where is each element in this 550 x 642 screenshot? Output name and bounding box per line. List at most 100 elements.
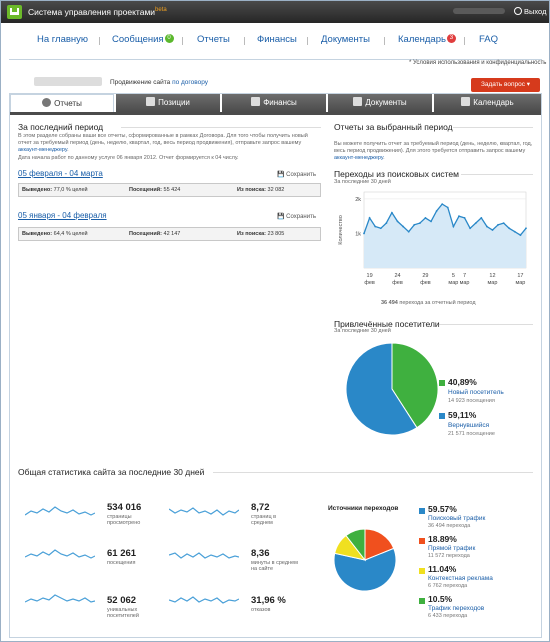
data-point — [502, 222, 505, 224]
transitions-heading: Переходы из поисковых систем — [334, 169, 459, 179]
site-select[interactable] — [34, 77, 102, 86]
data-point — [424, 217, 427, 219]
save-button[interactable]: 💾 Сохранить — [277, 213, 316, 220]
tab-finance[interactable]: Финансы — [222, 94, 326, 112]
sparkline — [25, 594, 95, 603]
source-pct: 10.5% — [428, 594, 453, 604]
top-bar: Система управления проектамиbeta Выход — [1, 1, 549, 23]
visitors-pie — [345, 342, 439, 436]
tab-bar: Отчеты Позиции Финансы Документы Календа… — [10, 94, 541, 113]
x-tick-label: 7 — [463, 273, 466, 279]
x-tick-label: 5 — [452, 273, 455, 279]
right-description: Вы можете получить отчет за требуемый пе… — [334, 141, 533, 161]
nav-faq[interactable]: FAQ — [479, 34, 498, 45]
sources-title: Источники переходов — [328, 505, 399, 512]
data-point — [463, 217, 466, 219]
divider — [213, 472, 533, 473]
data-point — [525, 227, 527, 230]
divider — [121, 127, 321, 128]
data-point — [413, 223, 416, 226]
sources-pie — [333, 528, 397, 592]
start-note: Дата начала работ по данному услуге 06 я… — [18, 155, 239, 161]
data-point — [374, 225, 377, 228]
x-tick-label: 19 — [367, 273, 373, 279]
stat-value: 8,36 — [251, 548, 270, 559]
transitions-chart: 2k1kКоличество19фев24фев29фев5мар7мар12м… — [338, 191, 527, 286]
tab-calendar[interactable]: Календарь — [434, 94, 541, 112]
tab-reports[interactable]: Отчеты — [10, 94, 114, 113]
nav-home[interactable]: На главную — [37, 34, 88, 45]
ask-question-button[interactable]: Задать вопрос ▾ — [471, 78, 540, 92]
contract-link[interactable]: по договору — [172, 79, 208, 86]
stat-label: посещения — [107, 560, 136, 566]
nav-messages[interactable]: Сообщения 0 — [112, 34, 174, 45]
stat-value: 52 062 — [107, 595, 137, 606]
stat-value: 8,72 — [251, 502, 270, 513]
terms-link[interactable]: * Условия использования и конфиденциальн… — [409, 60, 546, 66]
sparkline — [169, 507, 239, 516]
data-point — [407, 230, 410, 233]
site-contract: Продвижение сайта по договору — [110, 79, 209, 86]
done-label: Выведено: — [22, 187, 53, 193]
nav-finance[interactable]: Финансы — [257, 34, 297, 45]
x-tick-label: мар — [488, 280, 498, 286]
stat-label: страниц в среднем — [251, 514, 277, 526]
app-window: Система управления проектамиbeta Выход Н… — [0, 0, 550, 642]
x-tick-label: фев — [420, 280, 431, 286]
data-point — [435, 210, 438, 212]
visits-label: Посещений: — [129, 231, 162, 237]
nav-calendar[interactable]: Календарь 3 — [398, 34, 456, 45]
stats-heading: Общая статистика сайта за последние 30 д… — [18, 467, 205, 477]
search-label: Из поиска: — [237, 231, 266, 237]
exit-button[interactable]: Выход — [514, 7, 546, 16]
x-tick-label: фев — [392, 280, 403, 286]
data-point — [363, 232, 365, 235]
x-tick-label: мар — [460, 280, 470, 286]
x-tick-label: 29 — [422, 273, 428, 279]
manager-link[interactable]: аккаунт-менеджеру — [334, 155, 383, 161]
transitions-total: 36 494 перехода за отчетный период — [381, 300, 476, 306]
x-tick-label: 17 — [517, 273, 523, 279]
source-sub: 6 762 перехода — [428, 583, 468, 589]
period-link[interactable]: 05 января - 04 февраля — [18, 211, 107, 220]
data-point — [441, 203, 444, 205]
stat-label: уникальных посетителей — [107, 607, 139, 619]
sparkline — [169, 596, 239, 604]
transitions-subtitle: За последние 30 дней — [334, 179, 391, 185]
period-stats: Выведено: 77,0 % целей Посещений: 55 424… — [18, 183, 321, 197]
y-tick-label: 1k — [355, 231, 361, 237]
x-tick-label: мар — [515, 280, 525, 286]
data-point — [480, 217, 483, 219]
documents-icon — [353, 97, 363, 106]
tab-positions[interactable]: Позиции — [116, 94, 220, 112]
reports-icon — [42, 98, 52, 107]
divider — [439, 324, 533, 325]
save-button[interactable]: 💾 Сохранить — [277, 171, 316, 178]
source-name: Прямой трафик — [428, 545, 476, 552]
logo-icon — [7, 5, 22, 19]
data-point — [446, 206, 449, 209]
source-sub: 11 572 перехода — [428, 553, 470, 559]
legend-swatch — [419, 568, 425, 574]
source-pct: 11.04% — [428, 564, 457, 574]
app-title: Система управления проектамиbeta — [28, 7, 167, 17]
legend-swatch — [419, 508, 425, 514]
search-label: Из поиска: — [237, 187, 266, 193]
legend-swatch — [419, 538, 425, 544]
user-name — [453, 8, 505, 14]
tab-strip-base — [10, 112, 541, 115]
divider — [453, 127, 533, 128]
visitors-new-pct: 40,89% — [448, 377, 477, 387]
stat-label: отказов — [251, 607, 271, 613]
manager-link[interactable]: аккаунт-менеджеру — [18, 147, 67, 153]
main-nav: На главную Сообщения 0 Отчеты Финансы Док… — [1, 23, 549, 59]
visitors-returning-sub: 21 571 посещение — [448, 431, 495, 437]
data-point — [497, 223, 499, 226]
stat-label: минуты в среднем на сайте — [251, 560, 298, 572]
data-point — [379, 227, 382, 230]
nav-divider — [244, 37, 245, 45]
tab-documents[interactable]: Документы — [328, 94, 432, 112]
nav-documents[interactable]: Документы — [321, 34, 370, 45]
period-link[interactable]: 05 февраля - 04 марта — [18, 169, 103, 178]
nav-reports[interactable]: Отчеты — [197, 34, 230, 45]
